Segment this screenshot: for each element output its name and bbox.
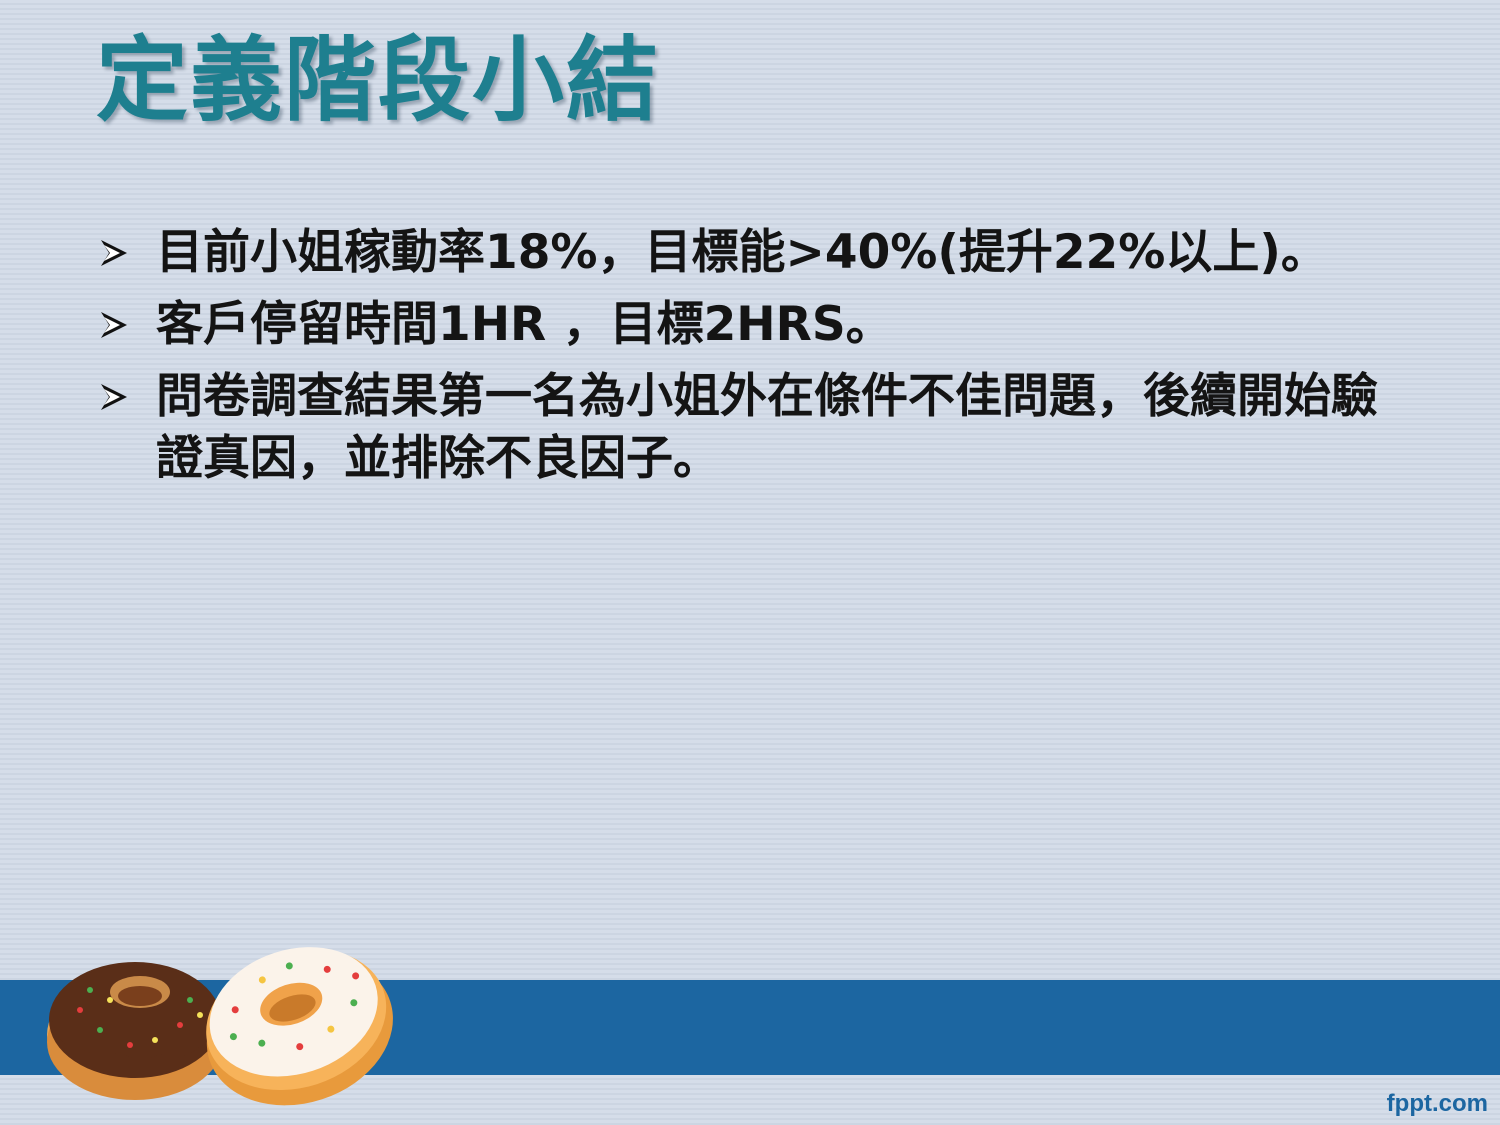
slide-title: 定義階段小結 — [96, 27, 661, 134]
bullet-item-stay-time: 客戶停留時間1HR ，目標2HRS。 — [98, 294, 1418, 356]
bullet-text: 客戶停留時間1HR ，目標2HRS。 — [156, 297, 893, 352]
bullet-item-utilization: 目前小姐稼動率18%，目標能>40%(提升22%以上)。 — [98, 222, 1418, 284]
glazed-donut-icon — [206, 947, 393, 1106]
arrow-bullet-icon — [98, 222, 156, 284]
bullet-item-survey: 問卷調查結果第一名為小姐外在條件不佳問題，後續開始驗證真因，並排除不良因子。 — [98, 366, 1418, 490]
brand-watermark: fppt.com — [1386, 1090, 1488, 1117]
bullet-text: 問卷調查結果第一名為小姐外在條件不佳問題，後續開始驗證真因，並排除不良因子。 — [156, 369, 1378, 486]
arrow-bullet-icon — [98, 366, 156, 428]
bullet-text: 目前小姐稼動率18%，目標能>40%(提升22%以上)。 — [156, 225, 1328, 280]
bullet-list: 目前小姐稼動率18%，目標能>40%(提升22%以上)。 客戶停留時間1HR ，… — [98, 222, 1418, 500]
donuts-illustration — [47, 947, 393, 1106]
arrow-bullet-icon — [98, 294, 156, 356]
chocolate-donut-icon — [47, 962, 223, 1100]
